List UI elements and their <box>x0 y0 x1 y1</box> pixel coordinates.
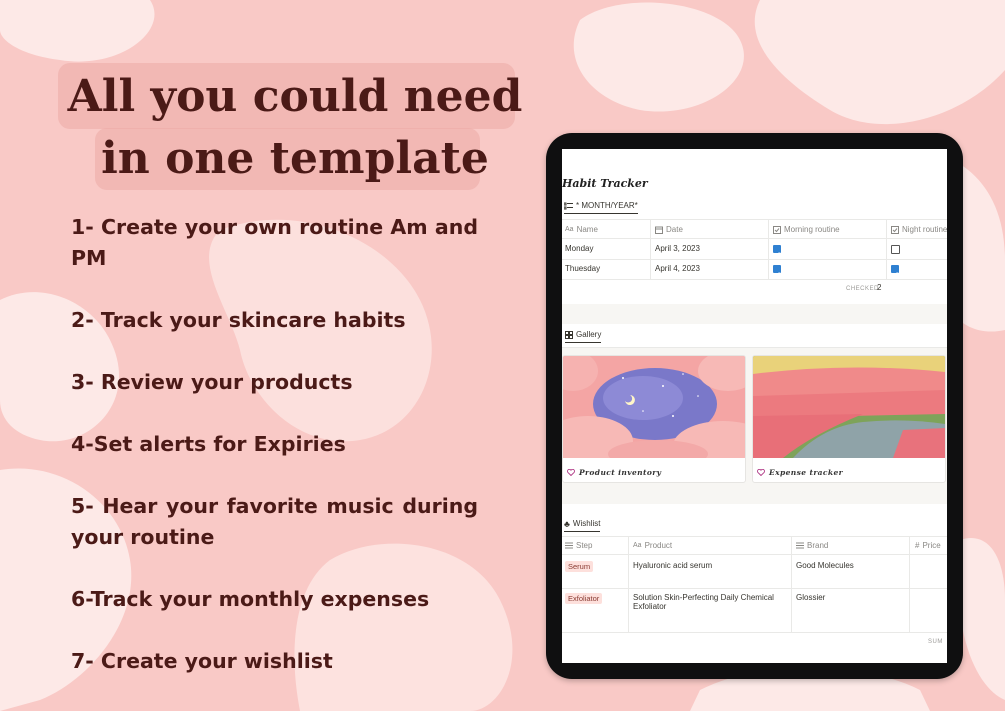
tulip-field-image <box>753 356 945 458</box>
row-name[interactable]: Monday <box>565 244 593 253</box>
section-divider <box>562 488 947 504</box>
sum-label: SUM <box>928 639 943 645</box>
text-icon: Aa <box>565 226 574 233</box>
heart-icon <box>567 469 575 476</box>
view-tab-label: Gallery <box>576 330 602 339</box>
habit-tracker-title: Habit Tracker <box>562 177 648 190</box>
column-header-brand[interactable]: Brand <box>796 541 828 550</box>
section-divider <box>562 304 947 324</box>
morning-checkbox[interactable] <box>773 265 781 277</box>
checked-count-label: CHECKED <box>846 286 879 292</box>
column-header-price[interactable]: # Price <box>915 541 941 550</box>
calendar-icon <box>655 226 663 234</box>
row-name[interactable]: Thuesday <box>565 264 600 273</box>
brand-cell[interactable]: Good Molecules <box>796 561 854 570</box>
step-tag[interactable]: Serum <box>565 561 594 572</box>
feature-list: 1- Create your own routine Am and PM 2- … <box>71 212 478 677</box>
gallery-card[interactable]: Expense tracker <box>752 355 946 483</box>
night-sky-image <box>563 356 745 458</box>
night-checkbox[interactable] <box>891 245 900 254</box>
checkbox-icon <box>773 225 781 234</box>
gallery-view-tab[interactable]: Gallery <box>565 330 602 343</box>
product-cell[interactable]: Hyaluronic acid serum <box>633 561 712 570</box>
feature-item: 6-Track your monthly expenses <box>71 587 430 611</box>
feature-item: 7- Create your wishlist <box>71 649 333 673</box>
tablet-screen: Habit Tracker * MONTH/YEAR* Aa Name Date… <box>562 149 947 663</box>
night-checkbox[interactable] <box>891 265 899 277</box>
checked-count-value: 2 <box>877 283 882 292</box>
checklist-icon <box>564 202 573 209</box>
gallery-icon <box>565 330 573 339</box>
list-icon <box>565 542 573 549</box>
row-date[interactable]: April 3, 2023 <box>655 244 700 253</box>
feature-item: 3- Review your products <box>71 370 353 394</box>
feature-item: 4-Set alerts for Expiries <box>71 432 346 456</box>
headline-line-2: in one template <box>101 133 489 184</box>
heart-icon <box>757 469 765 476</box>
step-tag[interactable]: Exfoliator <box>565 593 603 604</box>
column-header-product[interactable]: Aa Product <box>633 541 672 550</box>
product-cell[interactable]: Solution Skin-Perfecting Daily Chemical … <box>633 593 788 611</box>
gallery-card-caption: Expense tracker <box>757 468 843 477</box>
product-line-2: Exfoliator <box>633 602 667 611</box>
column-header-morning[interactable]: Morning routine <box>773 225 840 234</box>
column-header-date[interactable]: Date <box>655 225 683 234</box>
brand-cell[interactable]: Glossier <box>796 593 825 602</box>
morning-checkbox[interactable] <box>773 245 781 257</box>
wishlist-view-tab[interactable]: ♣ Wishlist <box>564 518 601 532</box>
column-header-name[interactable]: Aa Name <box>565 225 598 234</box>
product-line-1: Solution Skin-Perfecting Daily Chemical <box>633 593 774 602</box>
headline: All you could need in one template <box>60 66 530 190</box>
feature-item: 2- Track your skincare habits <box>71 308 406 332</box>
clover-icon: ♣ <box>564 518 570 529</box>
list-icon <box>796 542 804 549</box>
view-tab-label: * MONTH/YEAR* <box>576 201 638 210</box>
row-date[interactable]: April 4, 2023 <box>655 264 700 273</box>
feature-item: 5- Hear your favorite music during your … <box>71 494 478 549</box>
gallery-card-caption: Product inventory <box>567 468 661 477</box>
gallery-card[interactable]: Product inventory <box>562 355 746 483</box>
column-header-night[interactable]: Night routine <box>891 225 947 234</box>
feature-item: 1- Create your own routine Am and PM <box>71 215 478 270</box>
view-tab-label: Wishlist <box>572 519 601 528</box>
hash-icon: # <box>915 541 920 550</box>
headline-line-1: All you could need <box>67 71 523 122</box>
text-icon: Aa <box>633 542 642 549</box>
checkbox-icon <box>891 225 899 234</box>
column-header-step[interactable]: Step <box>565 541 592 550</box>
habit-tracker-view-tab[interactable]: * MONTH/YEAR* <box>564 201 638 214</box>
